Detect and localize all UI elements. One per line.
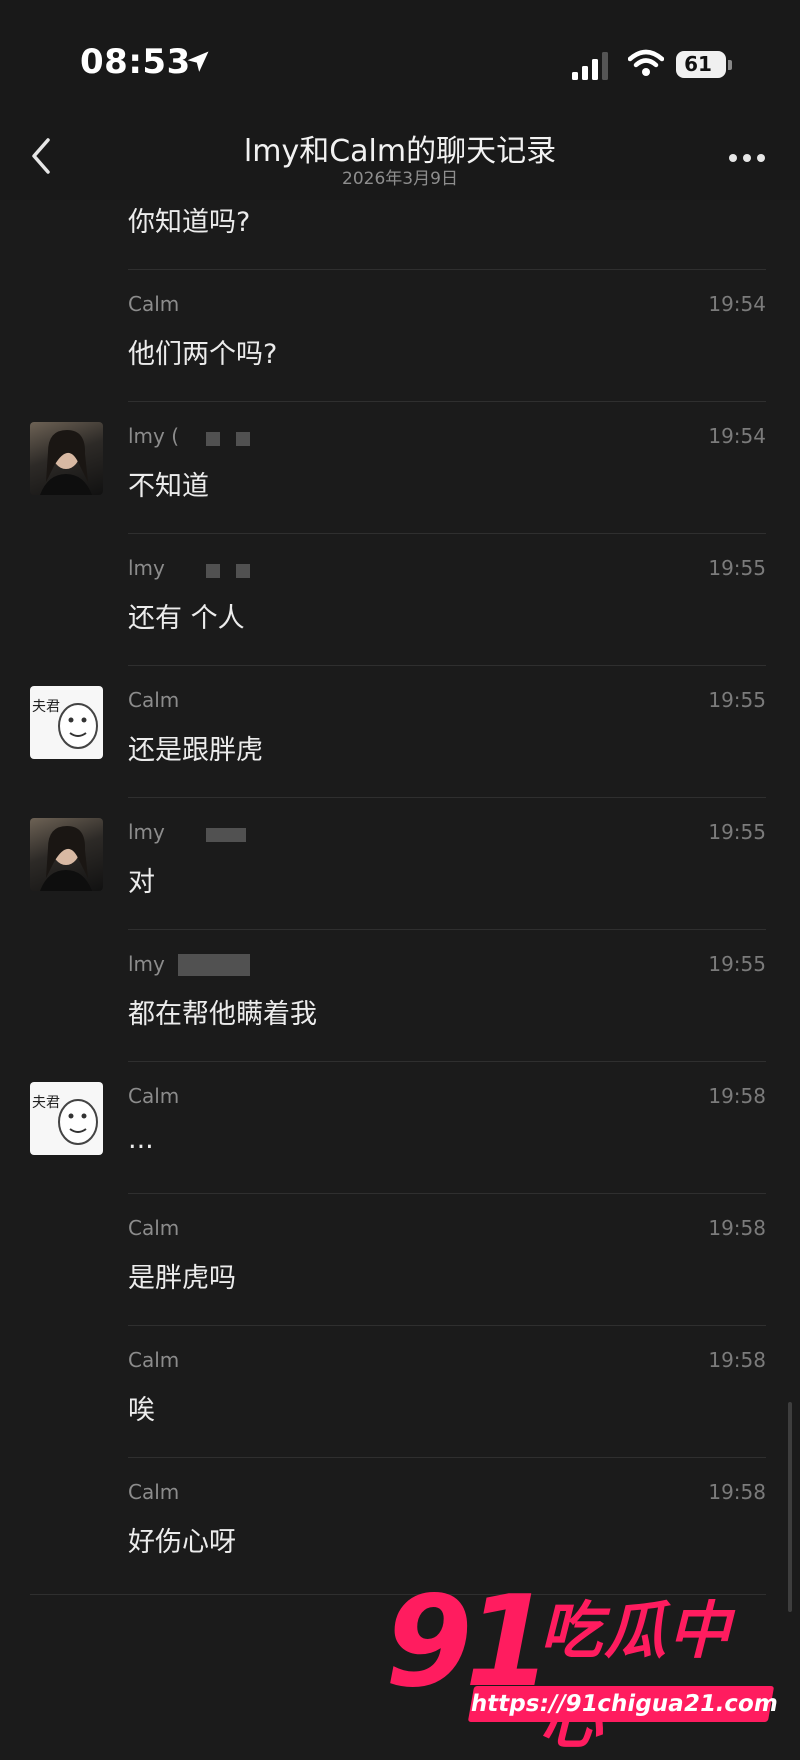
message-text: 你知道吗? xyxy=(128,207,251,238)
battery-value: 61 xyxy=(684,52,712,76)
sender-name: Calm xyxy=(128,1348,180,1372)
redaction-mosaic xyxy=(206,564,220,578)
message-time: 19:55 xyxy=(708,820,766,844)
list-item[interactable]: lmy 19:55 都在帮他瞒着我 xyxy=(0,930,800,1062)
avatar-photo-icon xyxy=(40,430,92,495)
message-text: 对 xyxy=(128,867,155,898)
redaction-mosaic xyxy=(206,432,220,446)
battery-icon: 61 xyxy=(676,51,726,78)
sender-name: lmy xyxy=(128,556,165,580)
nav-bar: lmy和Calm的聊天记录 2026年3月9日 xyxy=(0,120,800,200)
message-text: 还是跟胖虎 xyxy=(128,735,263,766)
message-text: 都在帮他瞒着我 xyxy=(128,999,317,1030)
watermark-url: https://91chigua21.com xyxy=(467,1686,780,1722)
sender-name: Calm xyxy=(128,1084,180,1108)
message-time: 19:58 xyxy=(708,1480,766,1504)
list-item[interactable]: 夫君 Calm 19:55 还是跟胖虎 xyxy=(0,666,800,798)
sender-name: lmy xyxy=(128,952,165,976)
redaction-mosaic xyxy=(236,432,250,446)
redaction-mosaic xyxy=(236,564,250,578)
status-bar: 08:53 61 xyxy=(0,0,800,120)
message-text: 好伤心呀 xyxy=(128,1527,236,1558)
message-text: 是胖虎吗 xyxy=(128,1263,236,1294)
list-item[interactable]: Calm 19:58 是胖虎吗 xyxy=(0,1194,800,1326)
message-time: 19:55 xyxy=(708,688,766,712)
redaction-mosaic xyxy=(206,828,246,842)
more-icon[interactable] xyxy=(728,152,766,164)
sender-name: Calm xyxy=(128,292,180,316)
watermark-brand: 吃瓜中心 xyxy=(540,1594,733,1757)
signal-icon xyxy=(572,52,608,80)
sender-name: Calm xyxy=(128,1480,180,1504)
message-time: 19:54 xyxy=(708,292,766,316)
status-time: 08:53 xyxy=(80,42,191,82)
scrollbar[interactable] xyxy=(788,1402,792,1612)
message-time: 19:55 xyxy=(708,556,766,580)
redaction-mosaic xyxy=(178,954,250,976)
message-time: 19:58 xyxy=(708,1216,766,1240)
avatar[interactable] xyxy=(30,818,103,891)
sender-name: lmy ( xyxy=(128,424,180,448)
message-time: 19:55 xyxy=(708,952,766,976)
avatar[interactable] xyxy=(30,422,103,495)
list-item[interactable]: 夫君 Calm 19:58 ... xyxy=(0,1062,800,1194)
page-subtitle: 2026年3月9日 xyxy=(342,169,458,189)
message-time: 19:58 xyxy=(708,1348,766,1372)
sticker-text: 夫君 xyxy=(32,699,60,715)
sticker-text: 夫君 xyxy=(32,1095,60,1111)
message-text: 唉 xyxy=(128,1395,155,1426)
message-time: 19:58 xyxy=(708,1084,766,1108)
list-item[interactable]: Calm 19:58 唉 xyxy=(0,1326,800,1458)
wifi-icon xyxy=(628,49,664,76)
list-item[interactable]: Calm 19:54 他们两个吗? xyxy=(0,270,800,402)
avatar[interactable]: 夫君 xyxy=(30,686,103,759)
sender-name: lmy xyxy=(128,820,165,844)
list-item[interactable]: lmy 19:55 还有 个人 xyxy=(0,534,800,666)
watermark-logo: 91 吃瓜中心 https://91chigua21.com xyxy=(385,1568,785,1757)
avatar[interactable]: 夫君 xyxy=(30,1082,103,1155)
avatar-photo-icon xyxy=(40,826,92,891)
sender-name: Calm xyxy=(128,1216,180,1240)
chat-history-list[interactable]: 你知道吗? Calm 19:54 他们两个吗? lmy ( 19:54 不知道 … xyxy=(0,200,800,1600)
sender-name: Calm xyxy=(128,688,180,712)
list-item[interactable]: lmy 19:55 对 xyxy=(0,798,800,930)
message-text: 还有 个人 xyxy=(128,603,245,634)
message-text: ... xyxy=(128,1124,154,1155)
message-time: 19:54 xyxy=(708,424,766,448)
message-text: 他们两个吗? xyxy=(128,339,278,370)
list-item[interactable]: lmy ( 19:54 不知道 xyxy=(0,402,800,534)
location-arrow-icon xyxy=(187,51,209,72)
battery-tip xyxy=(728,60,732,70)
message-text: 不知道 xyxy=(128,471,209,502)
